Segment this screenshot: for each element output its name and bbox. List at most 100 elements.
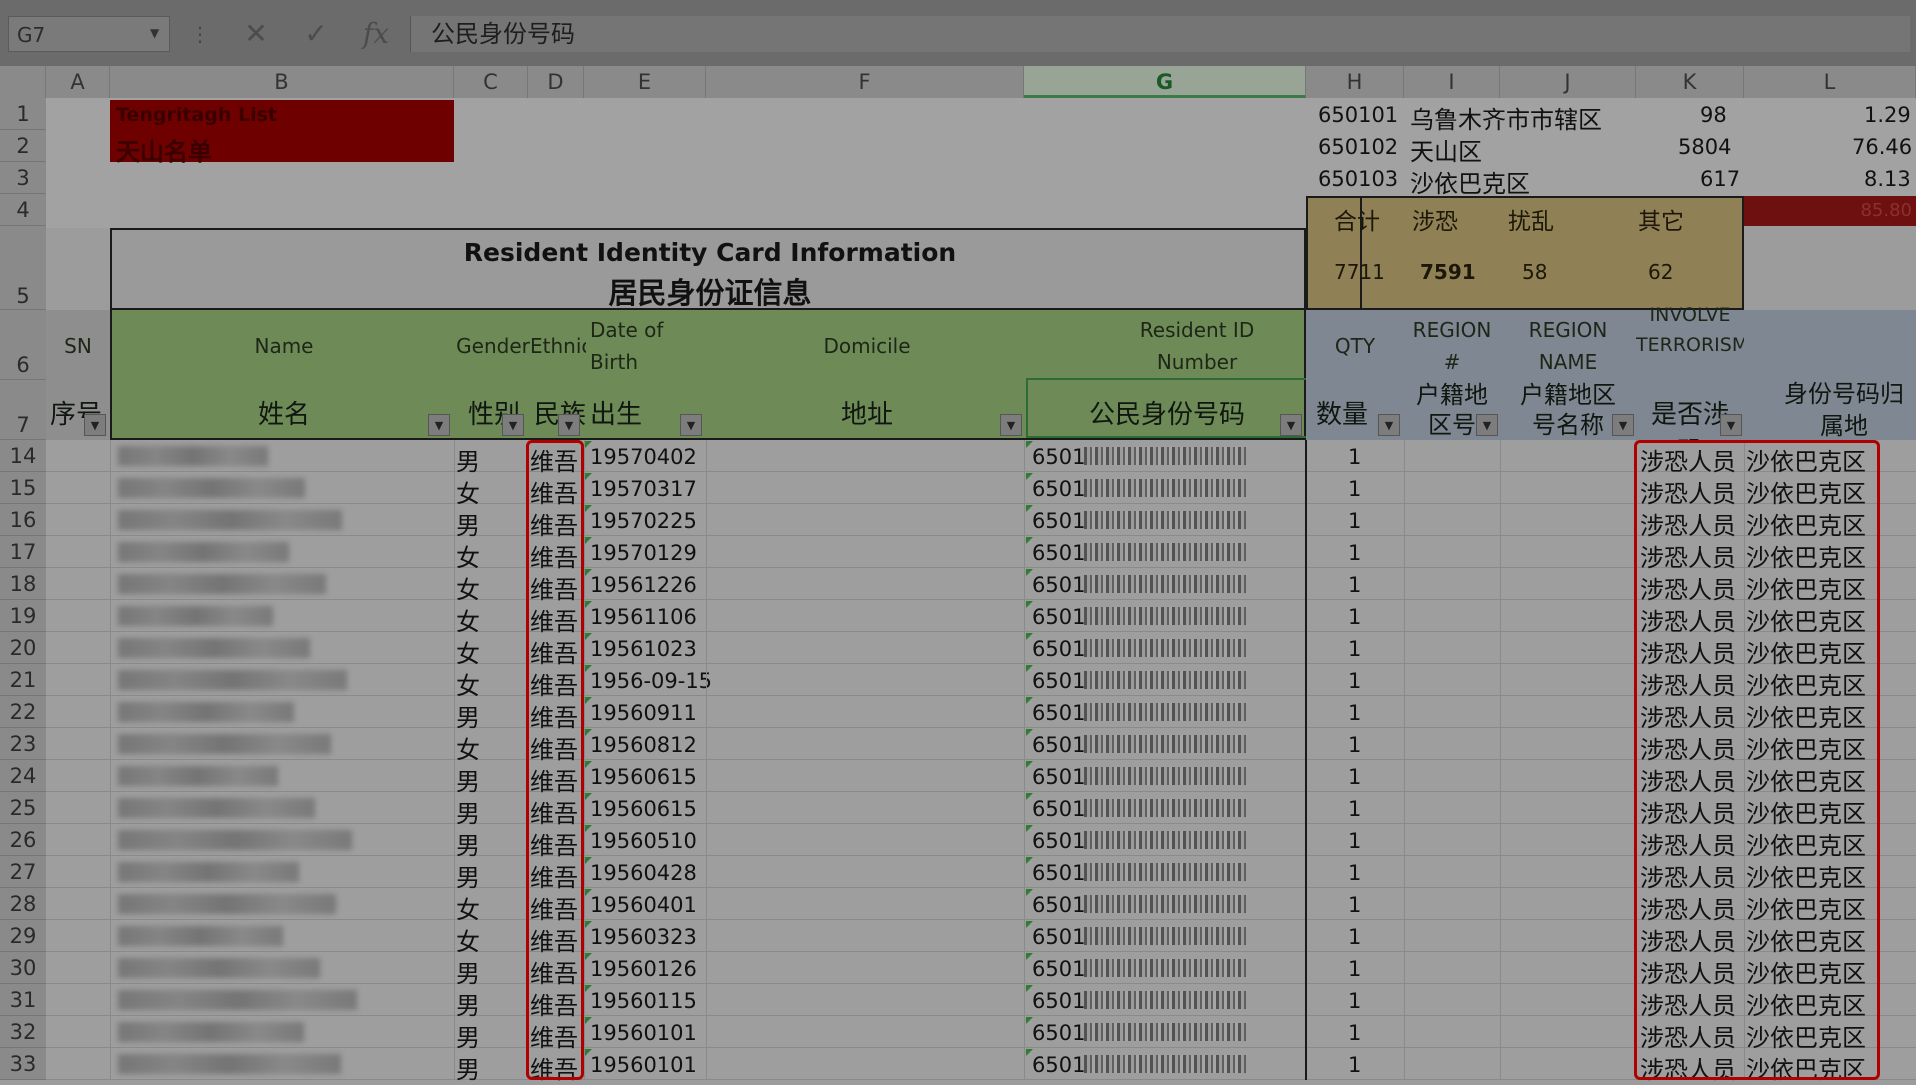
row-header[interactable]: 31 bbox=[0, 984, 46, 1016]
gender-cell[interactable]: 男 bbox=[456, 986, 480, 1021]
id-cell[interactable]: 6501 bbox=[1032, 669, 1085, 693]
id-cell[interactable]: 6501 bbox=[1032, 637, 1085, 661]
gender-cell[interactable]: 女 bbox=[456, 730, 480, 765]
filter-dropdown-icon[interactable]: ▼ bbox=[680, 414, 702, 436]
row-header[interactable]: 23 bbox=[0, 728, 46, 760]
qty-cell[interactable]: 1 bbox=[1348, 1021, 1361, 1045]
id-cell[interactable]: 6501 bbox=[1032, 733, 1085, 757]
qty-cell[interactable]: 1 bbox=[1348, 989, 1361, 1013]
gender-cell[interactable]: 女 bbox=[456, 666, 480, 701]
gender-cell[interactable]: 女 bbox=[456, 890, 480, 925]
row-header[interactable]: 19 bbox=[0, 600, 46, 632]
row-header[interactable]: 3 bbox=[0, 162, 46, 194]
id-cell[interactable]: 6501 bbox=[1032, 445, 1085, 469]
select-all-corner[interactable] bbox=[0, 66, 46, 98]
qty-cell[interactable]: 1 bbox=[1348, 893, 1361, 917]
gender-cell[interactable]: 男 bbox=[456, 762, 480, 797]
row-header[interactable]: 17 bbox=[0, 536, 46, 568]
qty-cell[interactable]: 1 bbox=[1348, 541, 1361, 565]
row-header[interactable]: 15 bbox=[0, 472, 46, 504]
filter-dropdown-icon[interactable]: ▼ bbox=[502, 414, 524, 436]
gender-cell[interactable]: 男 bbox=[456, 794, 480, 829]
qty-cell[interactable]: 1 bbox=[1348, 669, 1361, 693]
row-header[interactable]: 22 bbox=[0, 696, 46, 728]
row-header[interactable]: 4 bbox=[0, 194, 46, 226]
gender-cell[interactable]: 男 bbox=[456, 698, 480, 733]
cancel-icon[interactable]: ✕ bbox=[236, 16, 276, 52]
qty-cell[interactable]: 1 bbox=[1348, 957, 1361, 981]
id-cell[interactable]: 6501 bbox=[1032, 1021, 1085, 1045]
id-cell[interactable]: 6501 bbox=[1032, 541, 1085, 565]
qty-cell[interactable]: 1 bbox=[1348, 477, 1361, 501]
filter-dropdown-icon[interactable]: ▼ bbox=[84, 414, 106, 436]
qty-cell[interactable]: 1 bbox=[1348, 573, 1361, 597]
id-cell[interactable]: 6501 bbox=[1032, 509, 1085, 533]
formula-input[interactable]: 公民身份号码 bbox=[410, 16, 1910, 52]
gender-cell[interactable]: 女 bbox=[456, 922, 480, 957]
qty-cell[interactable]: 1 bbox=[1348, 733, 1361, 757]
qty-cell[interactable]: 1 bbox=[1348, 637, 1361, 661]
row-header[interactable]: 20 bbox=[0, 632, 46, 664]
row-header[interactable]: 26 bbox=[0, 824, 46, 856]
id-cell[interactable]: 6501 bbox=[1032, 797, 1085, 821]
row-header[interactable]: 24 bbox=[0, 760, 46, 792]
column-header-g[interactable]: G bbox=[1024, 66, 1306, 98]
column-header-c[interactable]: C bbox=[454, 66, 528, 98]
chevron-down-icon[interactable]: ▼ bbox=[150, 26, 159, 40]
filter-dropdown-icon[interactable]: ▼ bbox=[1378, 414, 1400, 436]
column-header-h[interactable]: H bbox=[1306, 66, 1404, 98]
dob-cell[interactable]: 19560428 bbox=[590, 861, 697, 885]
row-header[interactable]: 25 bbox=[0, 792, 46, 824]
dob-cell[interactable]: 19560323 bbox=[590, 925, 697, 949]
column-header-f[interactable]: F bbox=[706, 66, 1024, 98]
column-header-i[interactable]: I bbox=[1404, 66, 1500, 98]
column-header-d[interactable]: D bbox=[528, 66, 584, 98]
id-cell[interactable]: 6501 bbox=[1032, 701, 1085, 725]
qty-cell[interactable]: 1 bbox=[1348, 797, 1361, 821]
dob-cell[interactable]: 19560401 bbox=[590, 893, 697, 917]
qty-cell[interactable]: 1 bbox=[1348, 445, 1361, 469]
qty-cell[interactable]: 1 bbox=[1348, 1053, 1361, 1077]
column-header-j[interactable]: J bbox=[1500, 66, 1636, 98]
row-header[interactable]: 6 bbox=[0, 310, 46, 380]
id-cell[interactable]: 6501 bbox=[1032, 765, 1085, 789]
dob-cell[interactable]: 19560911 bbox=[590, 701, 697, 725]
qty-cell[interactable]: 1 bbox=[1348, 765, 1361, 789]
dob-cell[interactable]: 19560115 bbox=[590, 989, 697, 1013]
id-cell[interactable]: 6501 bbox=[1032, 829, 1085, 853]
dob-cell[interactable]: 19561226 bbox=[590, 573, 697, 597]
dob-cell[interactable]: 19560615 bbox=[590, 797, 697, 821]
dob-cell[interactable]: 19560101 bbox=[590, 1053, 697, 1077]
id-cell[interactable]: 6501 bbox=[1032, 957, 1085, 981]
row-header[interactable]: 14 bbox=[0, 440, 46, 472]
filter-dropdown-icon[interactable]: ▼ bbox=[1476, 414, 1498, 436]
gender-cell[interactable]: 男 bbox=[456, 954, 480, 989]
qty-cell[interactable]: 1 bbox=[1348, 829, 1361, 853]
gender-cell[interactable]: 女 bbox=[456, 474, 480, 509]
gender-cell[interactable]: 女 bbox=[456, 570, 480, 605]
qty-cell[interactable]: 1 bbox=[1348, 925, 1361, 949]
row-header[interactable]: 16 bbox=[0, 504, 46, 536]
gender-cell[interactable]: 男 bbox=[456, 826, 480, 861]
column-header-b[interactable]: B bbox=[110, 66, 454, 98]
filter-dropdown-icon[interactable]: ▼ bbox=[428, 414, 450, 436]
row-header[interactable]: 32 bbox=[0, 1016, 46, 1048]
column-header-e[interactable]: E bbox=[584, 66, 706, 98]
dob-cell[interactable]: 19560812 bbox=[590, 733, 697, 757]
gender-cell[interactable]: 女 bbox=[456, 634, 480, 669]
name-box[interactable]: G7 bbox=[8, 16, 170, 52]
filter-dropdown-icon[interactable]: ▼ bbox=[1000, 414, 1022, 436]
id-cell[interactable]: 6501 bbox=[1032, 1053, 1085, 1077]
dob-cell[interactable]: 19561023 bbox=[590, 637, 697, 661]
qty-cell[interactable]: 1 bbox=[1348, 509, 1361, 533]
row-header[interactable]: 33 bbox=[0, 1048, 46, 1080]
dob-cell[interactable]: 19561106 bbox=[590, 605, 697, 629]
gender-cell[interactable]: 女 bbox=[456, 538, 480, 573]
confirm-icon[interactable]: ✓ bbox=[296, 16, 336, 52]
gender-cell[interactable]: 男 bbox=[456, 506, 480, 541]
column-header-a[interactable]: A bbox=[46, 66, 110, 98]
id-cell[interactable]: 6501 bbox=[1032, 861, 1085, 885]
more-options-icon[interactable]: ⋮ bbox=[190, 22, 210, 46]
gender-cell[interactable]: 女 bbox=[456, 602, 480, 637]
dob-cell[interactable]: 19570225 bbox=[590, 509, 697, 533]
